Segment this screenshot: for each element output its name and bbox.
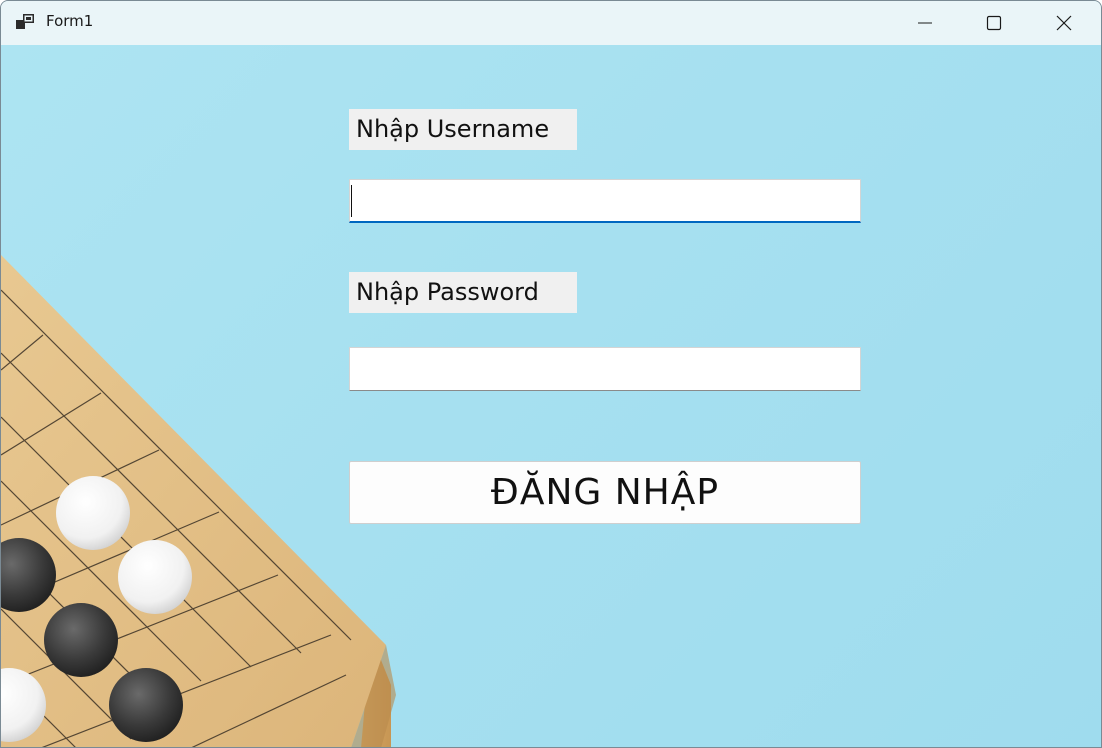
login-button[interactable]: ĐĂNG NHẬP: [349, 461, 861, 524]
app-window-icon: [16, 14, 34, 29]
window-title: Form1: [46, 12, 94, 30]
maximize-icon: [986, 15, 1002, 31]
go-board-background-image: [1, 255, 396, 747]
title-bar[interactable]: Form1: [1, 1, 1101, 45]
password-label: Nhập Password: [349, 272, 577, 313]
form-client-area: Nhập Username Nhập Password ĐĂNG NHẬP: [1, 45, 1101, 747]
password-input[interactable]: [349, 347, 861, 391]
close-icon: [1056, 15, 1072, 31]
form1-window: Form1 Nhập Username Nhập Password ĐĂNG N…: [0, 0, 1102, 748]
minimize-button[interactable]: [890, 1, 960, 45]
username-input[interactable]: [349, 179, 861, 223]
text-caret: [351, 185, 352, 217]
close-button[interactable]: [1029, 1, 1099, 45]
minimize-icon: [918, 22, 932, 24]
maximize-button[interactable]: [959, 1, 1029, 45]
username-label: Nhập Username: [349, 109, 577, 150]
